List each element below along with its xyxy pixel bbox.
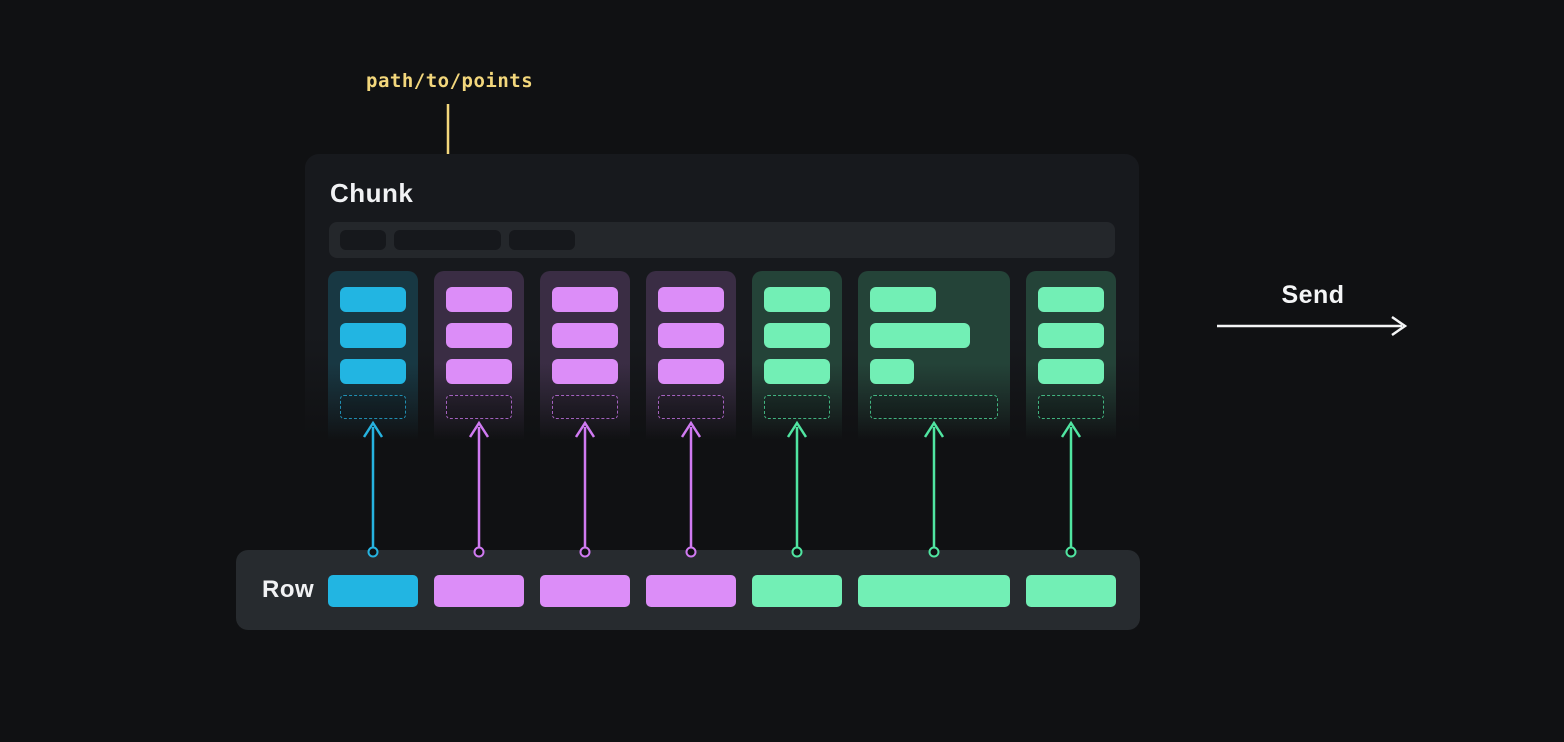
flow-arrow-col-6 <box>922 416 946 562</box>
chunk-title: Chunk <box>330 178 413 209</box>
flow-arrow-col-7 <box>1059 416 1083 562</box>
row-block-col-6 <box>858 575 1010 607</box>
data-bar <box>764 323 830 348</box>
arrow-origin-dot <box>793 548 802 557</box>
chunk-toolbar <box>329 222 1115 258</box>
arrow-origin-dot <box>369 548 378 557</box>
data-bar <box>1038 323 1104 348</box>
data-bar <box>340 287 406 312</box>
row-label: Row <box>262 550 314 630</box>
arrow-origin-dot <box>475 548 484 557</box>
arrow-origin-dot <box>687 548 696 557</box>
data-bar <box>764 359 830 384</box>
arrow-origin-dot <box>930 548 939 557</box>
toolbar-pill-3 <box>509 230 575 250</box>
toolbar-pill-2 <box>394 230 501 250</box>
row-block-col-1 <box>328 575 418 607</box>
data-bar <box>870 323 970 348</box>
data-bar <box>870 287 936 312</box>
data-bar <box>658 359 724 384</box>
data-bar <box>446 323 512 348</box>
data-bar <box>870 359 914 384</box>
row-block-col-2 <box>434 575 524 607</box>
data-bar <box>340 359 406 384</box>
data-bar <box>1038 359 1104 384</box>
row-panel: Row <box>236 550 1140 630</box>
flow-arrow-col-4 <box>679 416 703 562</box>
data-bar <box>340 323 406 348</box>
data-bar <box>1038 287 1104 312</box>
row-block-col-7 <box>1026 575 1116 607</box>
flow-arrow-col-1 <box>361 416 385 562</box>
row-block-col-4 <box>646 575 736 607</box>
send-arrow-icon <box>1216 314 1410 338</box>
flow-arrow-col-3 <box>573 416 597 562</box>
path-annotation-label: path/to/points <box>366 70 533 92</box>
arrow-origin-dot <box>1067 548 1076 557</box>
row-block-col-5 <box>752 575 842 607</box>
diagram-canvas: path/to/points Chunk Row Send <box>0 0 1564 742</box>
flow-arrow-col-5 <box>785 416 809 562</box>
data-bar <box>552 287 618 312</box>
arrow-origin-dot <box>581 548 590 557</box>
toolbar-pill-1 <box>340 230 386 250</box>
data-bar <box>552 323 618 348</box>
chunk-panel: Chunk <box>305 154 1139 448</box>
flow-arrow-col-2 <box>467 416 491 562</box>
data-bar <box>658 323 724 348</box>
data-bar <box>446 359 512 384</box>
send-label: Send <box>1216 281 1410 310</box>
row-block-col-3 <box>540 575 630 607</box>
data-bar <box>658 287 724 312</box>
data-bar <box>446 287 512 312</box>
data-bar <box>552 359 618 384</box>
data-bar <box>764 287 830 312</box>
